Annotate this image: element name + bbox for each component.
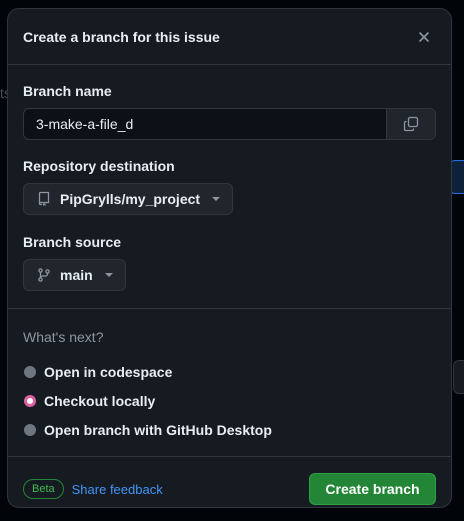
dialog-footer: Beta Share feedback Create branch — [8, 456, 451, 507]
close-button[interactable] — [412, 25, 436, 49]
chevron-down-icon — [212, 197, 221, 201]
branch-source-value: main — [60, 267, 93, 283]
create-branch-button[interactable]: Create branch — [309, 473, 436, 505]
branch-name-input[interactable] — [24, 109, 386, 139]
share-feedback-link[interactable]: Share feedback — [72, 482, 163, 497]
branch-source-select[interactable]: main — [23, 259, 126, 291]
option-open-with-github-desktop[interactable]: Open branch with GitHub Desktop — [23, 415, 436, 444]
branch-source-label: Branch source — [23, 234, 122, 250]
dialog-header: Create a branch for this issue — [8, 9, 451, 65]
chevron-down-icon — [104, 273, 113, 277]
next-steps-heading: What's next? — [23, 329, 104, 345]
copy-icon — [403, 116, 419, 132]
background-chip-2 — [453, 360, 464, 394]
branch-name-section: Branch name — [8, 65, 451, 140]
radio-button-selected[interactable] — [24, 394, 36, 407]
option-label: Open branch with GitHub Desktop — [44, 421, 272, 438]
branch-name-field — [23, 108, 436, 140]
copy-button[interactable] — [386, 109, 435, 139]
feedback-area: Beta Share feedback — [23, 479, 163, 499]
branch-name-label: Branch name — [23, 83, 112, 99]
option-label: Open in codespace — [44, 363, 173, 380]
beta-badge: Beta — [23, 479, 64, 499]
repo-icon — [36, 191, 52, 207]
option-label: Checkout locally — [44, 392, 156, 409]
branch-source-section: Branch source main — [8, 215, 451, 308]
close-icon — [419, 31, 429, 42]
repository-select[interactable]: PipGrylls/my_project — [23, 183, 234, 215]
create-branch-dialog: Create a branch for this issue Branch na… — [7, 8, 452, 508]
dialog-title: Create a branch for this issue — [23, 28, 220, 45]
radio-button[interactable] — [24, 365, 36, 378]
option-checkout-locally[interactable]: Checkout locally — [23, 386, 436, 415]
repository-label: Repository destination — [23, 158, 175, 174]
git-branch-icon — [36, 267, 52, 283]
repository-section: Repository destination PipGrylls/my_proj… — [8, 140, 451, 215]
radio-button[interactable] — [24, 423, 36, 436]
option-open-in-codespace[interactable]: Open in codespace — [23, 357, 436, 386]
next-steps-section: What's next? Open in codespace Checkout … — [8, 309, 451, 456]
repository-select-value: PipGrylls/my_project — [60, 191, 201, 207]
